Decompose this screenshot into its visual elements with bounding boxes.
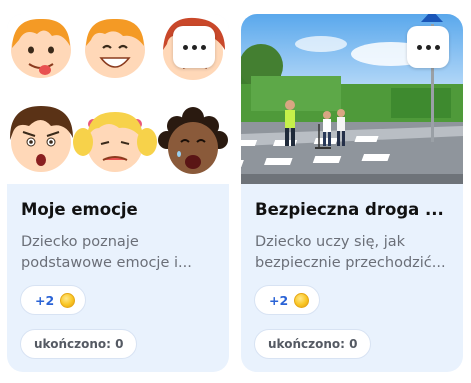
completion-badge: ukończono: 0 [254, 329, 372, 359]
more-dots-icon [434, 44, 440, 50]
more-dots-icon [191, 44, 197, 50]
points-value: +2 [35, 292, 55, 308]
points-badge: +2 [254, 285, 321, 315]
more-dots-icon [425, 44, 431, 50]
completion-badge: ukończono: 0 [20, 329, 138, 359]
card-title: Moje emocje [21, 200, 138, 219]
card-description: Dziecko poznaje podstawowe emocje i... [21, 234, 192, 271]
card-title: Bezpieczna droga ... [255, 200, 444, 219]
coin-icon [60, 292, 76, 308]
more-dots-icon [416, 44, 422, 50]
more-options-button[interactable] [173, 26, 215, 68]
more-dots-icon [182, 44, 188, 50]
more-options-button[interactable] [407, 26, 449, 68]
activity-card-emotions[interactable]: Moje emocje Dziecko poznaje podstawowe e… [7, 14, 229, 372]
card-description: Dziecko uczy się, jak bezpiecznie przech… [255, 234, 446, 271]
points-badge: +2 [20, 285, 87, 315]
coin-icon [294, 292, 310, 308]
points-value: +2 [269, 292, 289, 308]
completion-count: ukończono: 0 [34, 337, 124, 351]
completion-count: ukończono: 0 [268, 337, 358, 351]
more-dots-icon [200, 44, 206, 50]
activity-card-safe-road[interactable]: Bezpieczna droga ... Dziecko uczy się, j… [241, 14, 463, 372]
